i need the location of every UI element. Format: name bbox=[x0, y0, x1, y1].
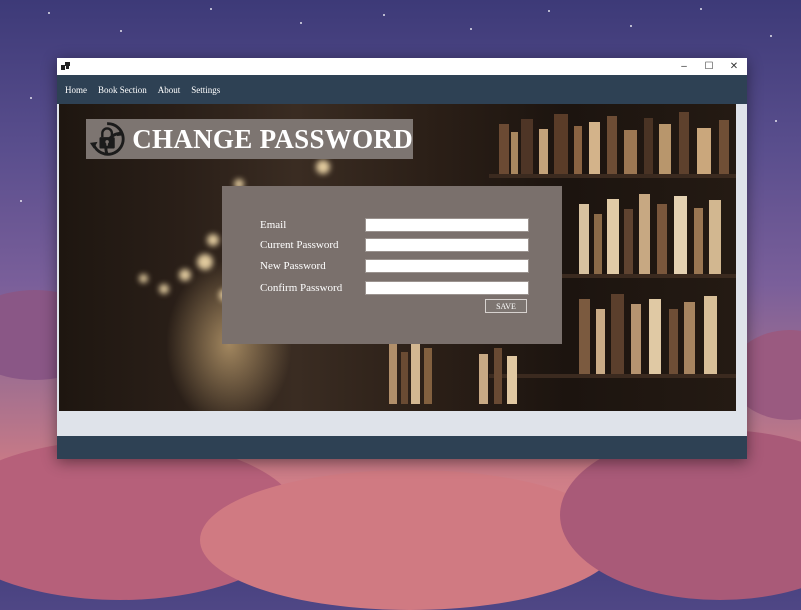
menu-bar: Home Book Section About Settings bbox=[57, 75, 747, 104]
minimize-button[interactable]: – bbox=[671, 58, 697, 75]
new-password-label: New Password bbox=[260, 260, 326, 272]
current-password-label: Current Password bbox=[260, 239, 339, 251]
content-strip bbox=[57, 411, 747, 436]
menu-item-home[interactable]: Home bbox=[65, 85, 87, 95]
save-button[interactable]: SAVE bbox=[485, 299, 527, 313]
page-title: CHANGE PASSWORD bbox=[132, 123, 413, 154]
current-password-field[interactable] bbox=[365, 238, 529, 252]
email-row: Email bbox=[260, 218, 530, 234]
app-window: – ☐ ✕ Home Book Section About Settings C… bbox=[57, 58, 747, 459]
lock-rotate-icon bbox=[89, 122, 125, 156]
menu-item-book-section[interactable]: Book Section bbox=[98, 85, 147, 95]
app-icon bbox=[61, 62, 70, 70]
confirm-password-label: Confirm Password bbox=[260, 282, 343, 294]
confirm-password-row: Confirm Password bbox=[260, 281, 530, 297]
menu-item-settings[interactable]: Settings bbox=[191, 85, 220, 95]
new-password-row: New Password bbox=[260, 259, 530, 275]
email-label: Email bbox=[260, 219, 287, 231]
new-password-field[interactable] bbox=[365, 259, 529, 273]
current-password-row: Current Password bbox=[260, 238, 530, 254]
maximize-button[interactable]: ☐ bbox=[696, 58, 722, 75]
close-button[interactable]: ✕ bbox=[721, 58, 747, 75]
footer-bar bbox=[57, 436, 747, 459]
menu-item-about[interactable]: About bbox=[158, 85, 181, 95]
change-password-form: Email Current Password New Password Conf… bbox=[222, 186, 562, 344]
page-title-banner: CHANGE PASSWORD bbox=[86, 119, 413, 159]
confirm-password-field[interactable] bbox=[365, 281, 529, 295]
title-bar: – ☐ ✕ bbox=[57, 58, 747, 75]
library-background-image: CHANGE PASSWORD Email Current Password N… bbox=[59, 104, 736, 411]
email-field[interactable] bbox=[365, 218, 529, 232]
